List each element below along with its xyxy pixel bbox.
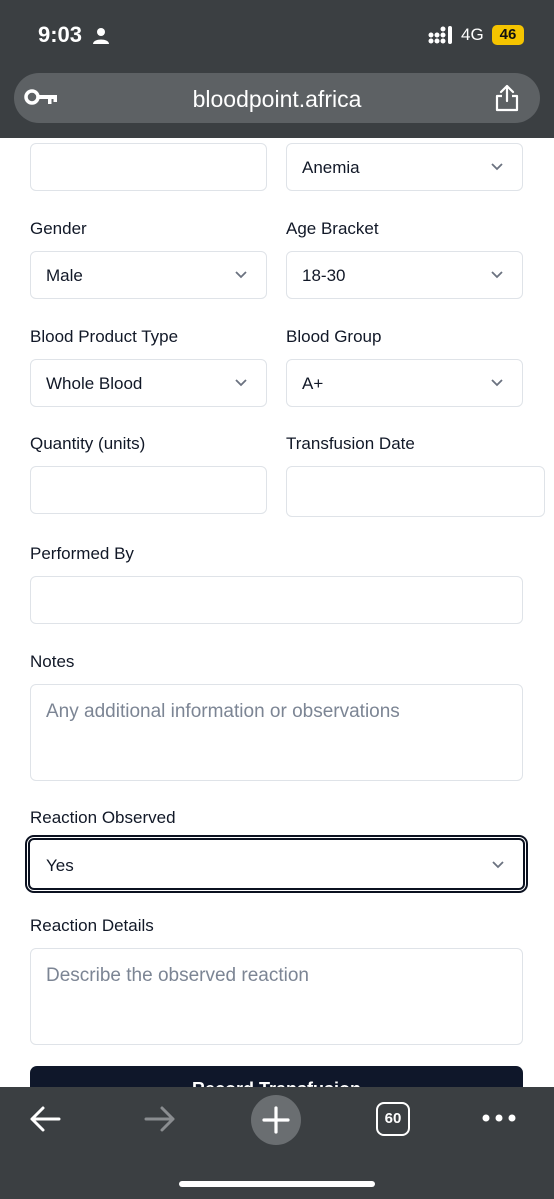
chevron-down-icon <box>235 379 247 387</box>
person-icon <box>93 28 109 44</box>
quantity-label: Quantity (units) <box>30 434 146 453</box>
age-bracket-select[interactable]: 18-30 <box>286 251 523 299</box>
gender-select-value: Male <box>46 266 83 285</box>
notes-textarea[interactable]: Any additional information or observatio… <box>30 684 523 781</box>
quantity-input[interactable] <box>30 466 267 514</box>
back-arrow-icon[interactable] <box>28 1104 62 1134</box>
home-indicator <box>179 1181 375 1187</box>
top-browser-chrome: 9:03 4G 46 bloodpoint.africa <box>0 0 554 138</box>
new-tab-button[interactable] <box>251 1095 301 1145</box>
notes-label: Notes <box>30 652 75 671</box>
battery-indicator: 46 <box>492 25 524 45</box>
chevron-down-icon <box>491 271 503 279</box>
blood-group-select[interactable]: A+ <box>286 359 523 407</box>
tabs-button[interactable]: 60 <box>376 1102 410 1136</box>
age-bracket-select-value: 18-30 <box>302 266 346 285</box>
notes-placeholder: Any additional information or observatio… <box>46 701 400 722</box>
blood-product-type-label: Blood Product Type <box>30 327 179 346</box>
chevron-down-icon <box>491 379 503 387</box>
performed-by-label: Performed By <box>30 544 134 563</box>
transfusion-date-label: Transfusion Date <box>286 434 415 453</box>
reaction-details-textarea[interactable]: Describe the observed reaction <box>30 948 523 1045</box>
chevron-down-icon <box>491 163 503 171</box>
partial-input-field[interactable] <box>30 143 267 191</box>
bottom-toolbar: 60 <box>0 1087 554 1199</box>
share-icon[interactable] <box>494 84 520 112</box>
plus-icon <box>262 1106 290 1134</box>
signal-icon <box>428 26 452 44</box>
reaction-details-placeholder: Describe the observed reaction <box>46 965 309 986</box>
reaction-observed-value: Yes <box>46 856 74 875</box>
forward-arrow-icon[interactable] <box>143 1104 177 1134</box>
record-transfusion-button[interactable]: Record Transfusion <box>30 1066 523 1088</box>
reaction-details-label: Reaction Details <box>30 916 154 935</box>
more-options-icon[interactable] <box>481 1113 517 1123</box>
status-time: 9:03 <box>38 22 83 47</box>
blood-product-type-select[interactable]: Whole Blood <box>30 359 267 407</box>
chevron-down-icon <box>492 861 504 869</box>
transfusion-form: Anemia Gender Age Bracket Male 18-30 Blo… <box>0 138 554 1088</box>
condition-select-value: Anemia <box>302 158 360 177</box>
url-bar[interactable]: bloodpoint.africa <box>14 73 540 123</box>
blood-group-value: A+ <box>302 374 324 393</box>
blood-product-type-value: Whole Blood <box>46 374 143 393</box>
reaction-observed-label: Reaction Observed <box>30 808 176 827</box>
chevron-down-icon <box>235 271 247 279</box>
reaction-observed-select[interactable]: Yes <box>28 838 525 890</box>
gender-select[interactable]: Male <box>30 251 267 299</box>
blood-group-label: Blood Group <box>286 327 382 346</box>
url-text[interactable]: bloodpoint.africa <box>14 86 540 113</box>
gender-label: Gender <box>30 219 87 238</box>
performed-by-input[interactable] <box>30 576 523 624</box>
age-bracket-label: Age Bracket <box>286 219 379 238</box>
network-type: 4G <box>461 25 484 44</box>
condition-select[interactable]: Anemia <box>286 143 523 191</box>
transfusion-date-input[interactable] <box>286 466 545 517</box>
